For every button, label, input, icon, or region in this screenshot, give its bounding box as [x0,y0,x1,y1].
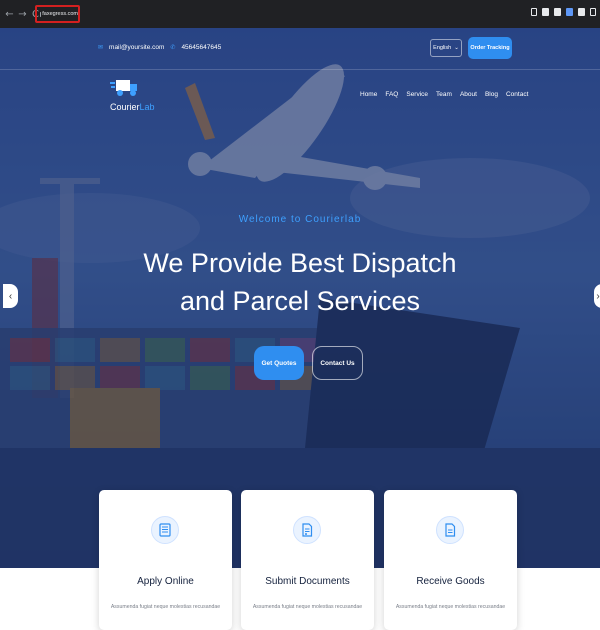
extension-shield-icon[interactable] [554,8,561,16]
language-value: English [433,45,451,51]
language-select[interactable]: English ⌄ [430,39,462,57]
url-text: faxegress.com [42,11,78,17]
nav-contact[interactable]: Contact [506,91,528,98]
share-icon[interactable] [531,8,537,16]
email-icon: ✉ [98,44,103,51]
logo-text-courier: Courier [110,102,140,112]
get-quotes-button[interactable]: Get Quotes [254,346,304,380]
nav-blog[interactable]: Blog [485,91,498,98]
phone-icon: ✆ [170,44,175,51]
card-title: Receive Goods [384,576,517,587]
hero-subtitle: Welcome to Courierlab [0,214,600,225]
slider-prev-button[interactable]: ‹ [3,284,18,308]
card-title: Apply Online [99,576,232,587]
extension-icon[interactable] [566,8,573,16]
order-tracking-button[interactable]: Order Tracking [468,37,512,59]
extension-puzzle-icon[interactable] [578,8,585,16]
hero-headline-line1: We Provide Best Dispatch [0,244,600,282]
logo-text: CourierLab [110,102,155,112]
feature-card-receive-goods: Receive Goods Assumenda fugiat neque mol… [384,490,517,630]
chevron-right-icon: › [596,291,599,302]
email-link[interactable]: mail@yoursite.com [109,44,164,51]
contact-info: ✉ mail@yoursite.com ✆ 45645647645 [98,44,221,51]
card-text: Assumenda fugiat neque molestias recusan… [241,604,374,610]
main-nav: Home FAQ Service Team About Blog Contact [360,91,528,98]
phone-link[interactable]: 45645647645 [181,44,221,51]
file-icon [436,516,464,544]
hero-section: ✉ mail@yoursite.com ✆ 45645647645 Englis… [0,28,600,568]
card-text: Assumenda fugiat neque molestias recusan… [384,604,517,610]
nav-about[interactable]: About [460,91,477,98]
hero-headline: We Provide Best Dispatch and Parcel Serv… [0,244,600,320]
chevron-left-icon: ‹ [9,291,12,302]
hero-headline-line2: and Parcel Services [0,282,600,320]
nav-team[interactable]: Team [436,91,452,98]
form-icon [151,516,179,544]
card-title: Submit Documents [241,576,374,587]
top-bar: ✉ mail@yoursite.com ✆ 45645647645 Englis… [0,28,600,70]
feature-card-apply-online: Apply Online Assumenda fugiat neque mole… [99,490,232,630]
logo-text-lab: Lab [140,102,155,112]
site-logo[interactable]: CourierLab [110,78,158,114]
nav-home[interactable]: Home [360,91,377,98]
browser-actions [531,8,596,16]
contact-us-button[interactable]: Contact Us [312,346,363,380]
truck-logo-icon [110,78,140,100]
bookmark-star-icon[interactable] [542,8,549,16]
forward-icon[interactable]: → [17,9,28,20]
nav-faq[interactable]: FAQ [385,91,398,98]
back-icon[interactable]: ← [4,9,15,20]
document-icon [293,516,321,544]
feature-card-submit-documents: Submit Documents Assumenda fugiat neque … [241,490,374,630]
address-bar[interactable]: faxegress.com [35,5,80,23]
card-text: Assumenda fugiat neque molestias recusan… [99,604,232,610]
nav-service[interactable]: Service [406,91,428,98]
browser-toolbar: ← → C faxegress.com [0,0,600,28]
chevron-down-icon: ⌄ [454,45,459,51]
slider-next-button[interactable]: › [594,284,600,308]
sidebar-toggle-icon[interactable] [590,8,596,16]
